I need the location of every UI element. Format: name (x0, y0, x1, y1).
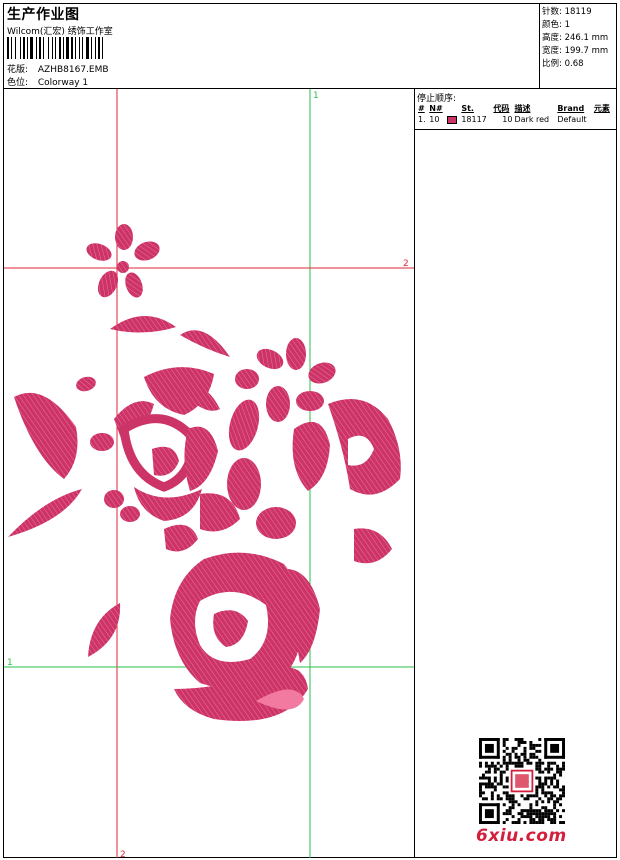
row-needle: 10 (429, 115, 440, 124)
row-brand: Default (557, 115, 587, 124)
col-header-code: 代码 (493, 104, 510, 113)
row-stitches: 18117 (461, 115, 487, 124)
row-element (593, 114, 614, 125)
guide-label-vertical-green: 1 (313, 91, 319, 101)
color-swatch (447, 115, 458, 124)
col-header-element: 元素 (593, 104, 610, 113)
barcode-image (7, 37, 103, 59)
stop-sequence-table: # N# St. 代码 描述 Brand 元素 1. 10 18117 10 D… (417, 103, 614, 125)
small-flower (86, 224, 160, 298)
row-swatch-cell (446, 114, 460, 125)
embroidery-motif (8, 224, 401, 721)
row-code: 10 (502, 115, 513, 124)
specs-panel: 针数: 18119 颜色: 1 高度: 246.1 mm 宽度: 199.7 m… (539, 4, 616, 89)
qr-code-image (479, 738, 565, 824)
spec-scale: 比例: 0.68 (542, 59, 584, 69)
production-sheet: 生产作业图 Wilcom(汇宏) 绣饰工作室 花版: AZHB8167.EMB … (3, 3, 617, 858)
spec-width: 宽度: 199.7 mm (542, 46, 609, 56)
colorway-label: 色位: (7, 78, 29, 88)
guide-label-horizontal-red: 2 (403, 259, 409, 269)
sheet-subtitle: Wilcom(汇宏) 绣饰工作室 (7, 27, 113, 37)
table-row: 1. 10 18117 10 Dark red Default (417, 114, 614, 125)
stop-sequence-header-row: # N# St. 代码 描述 Brand 元素 (417, 103, 614, 114)
col-header-desc: 描述 (514, 104, 531, 113)
spec-colors: 颜色: 1 (542, 20, 570, 30)
colorway-row: 色位: Colorway 1 (7, 75, 88, 88)
sheet-title: 生产作业图 (7, 7, 80, 23)
design-value: AZHB8167.EMB (37, 65, 109, 75)
design-row: 花版: AZHB8167.EMB (7, 62, 109, 75)
embroidery-preview: 2 1 2 1 (4, 89, 414, 858)
design-label: 花版: (7, 65, 29, 75)
right-rose (292, 399, 401, 564)
guide-label-horizontal-green: 1 (7, 658, 13, 668)
row-num: 1. (418, 115, 426, 124)
colorway-value: Colorway 1 (37, 78, 89, 88)
col-header-stitches: St. (461, 104, 474, 113)
col-header-swatch (446, 103, 460, 114)
stop-sequence-divider (415, 129, 616, 130)
sheet-header: 生产作业图 Wilcom(汇宏) 绣饰工作室 花版: AZHB8167.EMB … (4, 4, 616, 89)
design-canvas: 2 1 2 1 (4, 89, 415, 858)
guide-label-vertical-red: 2 (120, 850, 126, 858)
bottom-rose (170, 552, 320, 721)
col-header-needle: N# (429, 104, 443, 113)
site-logo: 6xiu.com (476, 826, 567, 846)
spec-height: 高度: 246.1 mm (542, 33, 609, 43)
row-desc: Dark red (514, 115, 550, 124)
spec-stitches: 针数: 18119 (542, 7, 592, 17)
col-header-num: # (418, 104, 425, 113)
col-header-brand: Brand (557, 104, 585, 113)
